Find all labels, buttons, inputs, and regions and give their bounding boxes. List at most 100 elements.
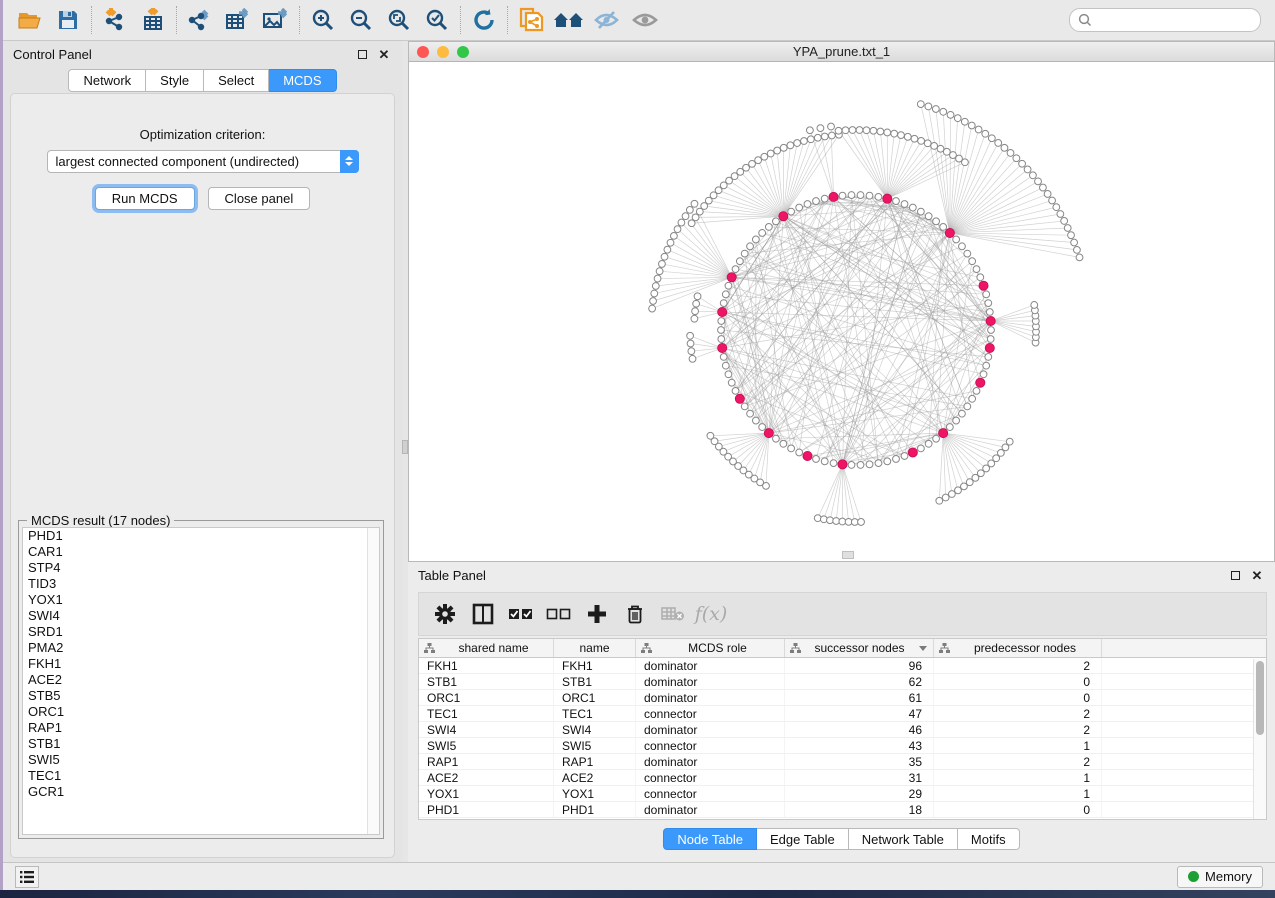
cell-shared-name[interactable]: STB1: [419, 674, 554, 689]
criterion-select[interactable]: largest connected component (undirected): [47, 150, 359, 173]
cell-shared-name[interactable]: YOX1: [419, 786, 554, 801]
column-header-MCDS-role[interactable]: MCDS role: [636, 639, 785, 657]
mcds-result-item[interactable]: GCR1: [23, 784, 379, 800]
cell-shared-name[interactable]: FKH1: [419, 658, 554, 673]
cell-MCDS-role[interactable]: connector: [636, 786, 785, 801]
refresh-view-icon[interactable]: [465, 4, 503, 36]
cell-shared-name[interactable]: ORC1: [419, 690, 554, 705]
cell-shared-name[interactable]: PHD1: [419, 802, 554, 817]
close-panel-icon[interactable]: ✕: [376, 46, 392, 62]
cell-predecessor-nodes[interactable]: 0: [934, 690, 1102, 705]
cell-name[interactable]: YOX1: [554, 786, 636, 801]
mcds-result-item[interactable]: SWI4: [23, 608, 379, 624]
export-image-icon[interactable]: [257, 4, 295, 36]
table-row[interactable]: ORC1ORC1dominator610: [419, 690, 1266, 706]
task-history-button[interactable]: [15, 866, 39, 888]
tab-select[interactable]: Select: [204, 69, 269, 92]
cell-successor-nodes[interactable]: 47: [785, 706, 934, 721]
export-table-icon[interactable]: [219, 4, 257, 36]
mcds-result-item[interactable]: ORC1: [23, 704, 379, 720]
cell-successor-nodes[interactable]: 29: [785, 786, 934, 801]
search-field[interactable]: [1069, 8, 1261, 32]
mcds-result-item[interactable]: STP4: [23, 560, 379, 576]
cell-successor-nodes[interactable]: 62: [785, 674, 934, 689]
column-header-name[interactable]: name: [554, 639, 636, 657]
column-header-shared-name[interactable]: shared name: [419, 639, 554, 657]
cell-name[interactable]: ACE2: [554, 770, 636, 785]
show-column-icon[interactable]: [469, 600, 497, 628]
select-all-rows-icon[interactable]: [507, 600, 535, 628]
table-scrollbar[interactable]: [1253, 659, 1266, 819]
column-header-successor-nodes[interactable]: successor nodes: [785, 639, 934, 657]
close-panel-button[interactable]: Close panel: [208, 187, 311, 210]
cell-predecessor-nodes[interactable]: 0: [934, 802, 1102, 817]
mcds-result-item[interactable]: RAP1: [23, 720, 379, 736]
cell-MCDS-role[interactable]: dominator: [636, 674, 785, 689]
tab-network-table[interactable]: Network Table: [849, 828, 958, 850]
cell-MCDS-role[interactable]: dominator: [636, 722, 785, 737]
table-row[interactable]: TEC1TEC1connector472: [419, 706, 1266, 722]
table-row[interactable]: FKH1FKH1dominator962: [419, 658, 1266, 674]
zoom-in-icon[interactable]: [304, 4, 342, 36]
zoom-fit-icon[interactable]: [380, 4, 418, 36]
cell-predecessor-nodes[interactable]: 2: [934, 754, 1102, 769]
mcds-result-item[interactable]: FKH1: [23, 656, 379, 672]
cell-shared-name[interactable]: RAP1: [419, 754, 554, 769]
import-network-icon[interactable]: [96, 4, 134, 36]
network-canvas[interactable]: [409, 62, 1274, 561]
cell-shared-name[interactable]: ACE2: [419, 770, 554, 785]
cell-successor-nodes[interactable]: 43: [785, 738, 934, 753]
table-row[interactable]: PHD1PHD1dominator180: [419, 802, 1266, 818]
close-window-icon[interactable]: [417, 46, 429, 58]
cell-name[interactable]: ORC1: [554, 690, 636, 705]
memory-button[interactable]: Memory: [1177, 866, 1263, 888]
cell-MCDS-role[interactable]: dominator: [636, 658, 785, 673]
tab-motifs[interactable]: Motifs: [958, 828, 1020, 850]
mcds-result-item[interactable]: PHD1: [23, 528, 379, 544]
table-row[interactable]: YOX1YOX1connector291: [419, 786, 1266, 802]
mcds-result-item[interactable]: SRD1: [23, 624, 379, 640]
cell-shared-name[interactable]: TEC1: [419, 706, 554, 721]
add-row-icon[interactable]: [583, 600, 611, 628]
open-file-icon[interactable]: [11, 4, 49, 36]
network-titlebar[interactable]: YPA_prune.txt_1: [409, 42, 1274, 62]
cell-name[interactable]: FKH1: [554, 658, 636, 673]
cell-name[interactable]: TEC1: [554, 706, 636, 721]
search-input[interactable]: [1097, 13, 1252, 27]
zoom-out-icon[interactable]: [342, 4, 380, 36]
cell-predecessor-nodes[interactable]: 1: [934, 770, 1102, 785]
table-row[interactable]: SWI5SWI5connector431: [419, 738, 1266, 754]
zoom-selected-icon[interactable]: [418, 4, 456, 36]
import-table-icon[interactable]: [134, 4, 172, 36]
mcds-result-item[interactable]: CAR1: [23, 544, 379, 560]
duplicate-network-icon[interactable]: [512, 4, 550, 36]
cell-successor-nodes[interactable]: 35: [785, 754, 934, 769]
tab-edge-table[interactable]: Edge Table: [757, 828, 849, 850]
first-neighbors-icon[interactable]: [550, 4, 588, 36]
maximize-window-icon[interactable]: [457, 46, 469, 58]
cell-MCDS-role[interactable]: dominator: [636, 754, 785, 769]
cell-MCDS-role[interactable]: connector: [636, 770, 785, 785]
cell-successor-nodes[interactable]: 96: [785, 658, 934, 673]
tab-mcds[interactable]: MCDS: [269, 69, 336, 92]
cell-predecessor-nodes[interactable]: 2: [934, 706, 1102, 721]
horizontal-splitter-handle[interactable]: [842, 551, 854, 559]
cell-predecessor-nodes[interactable]: 1: [934, 738, 1102, 753]
tab-node-table[interactable]: Node Table: [663, 828, 757, 850]
delete-row-icon[interactable]: [621, 600, 649, 628]
table-row[interactable]: STB1STB1dominator620: [419, 674, 1266, 690]
cell-successor-nodes[interactable]: 61: [785, 690, 934, 705]
table-scrollbar-thumb[interactable]: [1256, 661, 1264, 735]
minimize-window-icon[interactable]: [437, 46, 449, 58]
mcds-result-item[interactable]: YOX1: [23, 592, 379, 608]
mcds-list-scrollbar[interactable]: [367, 528, 379, 834]
cell-MCDS-role[interactable]: dominator: [636, 690, 785, 705]
hide-selected-icon[interactable]: [588, 4, 626, 36]
mcds-result-item[interactable]: PMA2: [23, 640, 379, 656]
export-network-icon[interactable]: [181, 4, 219, 36]
mcds-result-item[interactable]: TEC1: [23, 768, 379, 784]
float-panel-icon[interactable]: [354, 46, 370, 62]
tab-style[interactable]: Style: [146, 69, 204, 92]
cell-name[interactable]: SWI4: [554, 722, 636, 737]
graph-fan-nodes[interactable]: [649, 101, 1083, 526]
